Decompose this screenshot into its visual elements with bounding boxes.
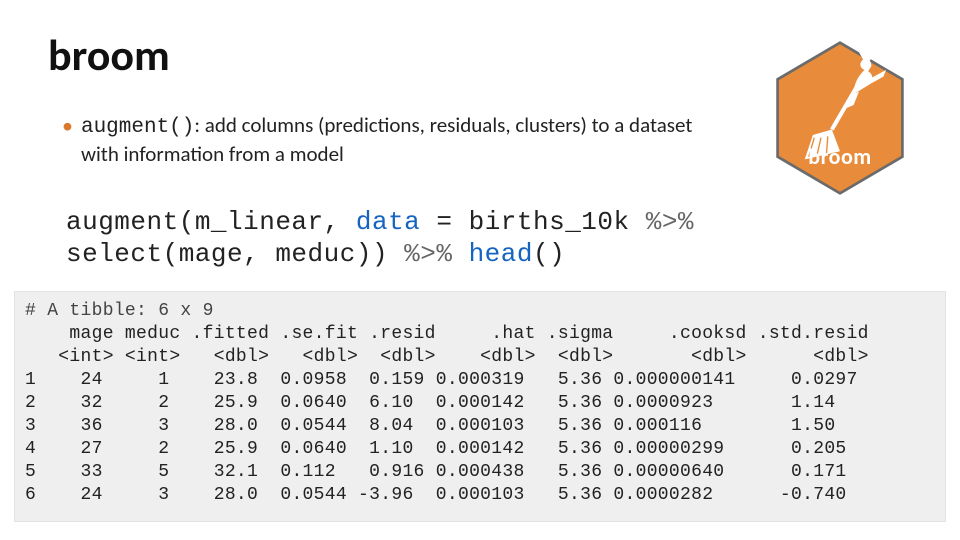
code-text: select(mage, meduc))	[66, 239, 404, 269]
slide: broom broom • augment(): add columns (pr…	[0, 0, 960, 540]
code-pipe: %>%	[646, 207, 694, 237]
code-call: augment(m_linear, data = births_10k %>% …	[66, 206, 912, 271]
output-colnames: mage meduc .fitted .se.fit .resid .hat .…	[25, 324, 869, 344]
code-keyword: data	[356, 207, 420, 237]
output-row: 2 32 2 25.9 0.0640 6.10 0.000142 5.36 0.…	[25, 393, 858, 413]
output-coltypes: <int> <int> <dbl> <dbl> <dbl> <dbl> <dbl…	[25, 347, 869, 367]
hex-icon	[772, 40, 908, 196]
bullet-item: • augment(): add columns (predictions, r…	[62, 112, 722, 168]
code-text: augment(m_linear,	[66, 207, 356, 237]
output-row: 6 24 3 28.0 0.0544 -3.96 0.000103 5.36 0…	[25, 485, 858, 505]
hex-label: broom	[772, 143, 908, 170]
output-row: 3 36 3 28.0 0.0544 8.04 0.000103 5.36 0.…	[25, 416, 858, 436]
bullet-text: augment(): add columns (predictions, res…	[81, 112, 722, 168]
code-pipe: %>%	[404, 239, 468, 269]
code-text: ()	[533, 239, 565, 269]
fn-name: augment()	[81, 116, 194, 139]
code-text: = births_10k	[420, 207, 645, 237]
output-row: 1 24 1 23.8 0.0958 0.159 0.000319 5.36 0…	[25, 370, 858, 390]
code-keyword: head	[469, 239, 533, 269]
output-header: # A tibble: 6 x 9	[25, 301, 214, 321]
output-row: 4 27 2 25.9 0.0640 1.10 0.000142 5.36 0.…	[25, 439, 858, 459]
bullet-dot-icon: •	[62, 112, 73, 140]
output-row: 5 33 5 32.1 0.112 0.916 0.000438 5.36 0.…	[25, 462, 858, 482]
tibble-output: # A tibble: 6 x 9 mage meduc .fitted .se…	[14, 291, 946, 522]
broom-hex-sticker: broom	[772, 40, 908, 196]
